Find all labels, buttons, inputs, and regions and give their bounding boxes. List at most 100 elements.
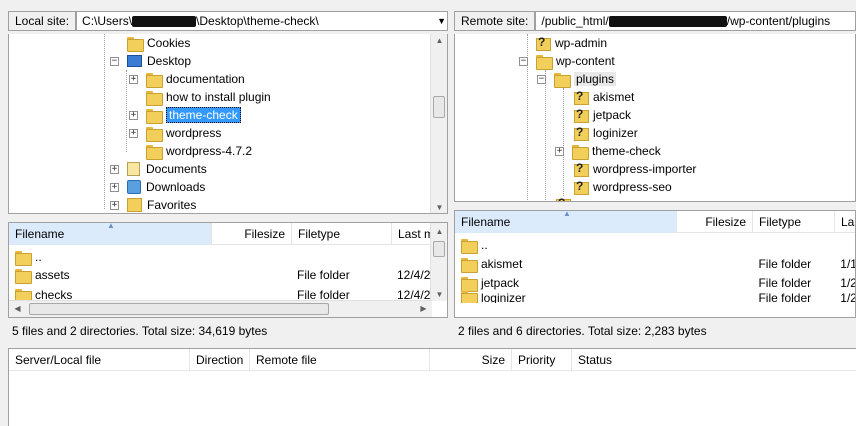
tree-item-plugins[interactable]: − plugins xyxy=(537,70,617,88)
column-filetype[interactable]: Filetype xyxy=(753,211,835,233)
column-size[interactable]: Size xyxy=(430,349,512,371)
column-last-modified[interactable]: Last m xyxy=(392,223,432,245)
tree-item-favorites[interactable]: + Favorites xyxy=(110,196,196,213)
remote-site-label: Remote site: xyxy=(454,11,536,31)
column-last-modified[interactable]: Las xyxy=(835,211,855,233)
expand-icon[interactable]: + xyxy=(129,128,138,138)
folder-icon xyxy=(146,72,163,88)
expand-icon[interactable]: + xyxy=(129,74,138,84)
file-row[interactable]: jetpack File folder 1/2 xyxy=(461,273,855,293)
scroll-right-icon[interactable]: ▶ xyxy=(415,304,432,313)
folder-icon xyxy=(146,126,163,142)
file-row[interactable]: akismet File folder 1/1 xyxy=(461,254,855,274)
tree-item-wordpress[interactable]: + wordpress xyxy=(129,124,221,142)
tree-item-partial: ? xyxy=(555,195,575,201)
tree-item-wordpress-seo[interactable]: ? wordpress-seo xyxy=(573,178,672,196)
scroll-thumb[interactable] xyxy=(433,96,445,118)
tree-item-wp-content[interactable]: − wp-content xyxy=(519,52,615,70)
tree-item-documentation[interactable]: + documentation xyxy=(129,70,245,88)
scroll-down-icon[interactable]: ▼ xyxy=(431,290,447,299)
local-file-list: Filename Filesize Filetype Last m ▲ .. a… xyxy=(8,222,448,318)
tree-item-cookies[interactable]: Cookies xyxy=(127,34,190,52)
tree-item-desktop[interactable]: − Desktop xyxy=(110,52,191,70)
unknown-folder-icon: ? xyxy=(573,89,589,105)
scroll-thumb[interactable] xyxy=(29,303,329,315)
tree-item-theme-check[interactable]: + theme-check xyxy=(129,106,241,124)
folder-icon xyxy=(127,36,144,52)
tree-item-how-to-install-plugin[interactable]: how to install plugin xyxy=(146,88,271,106)
collapse-icon[interactable]: − xyxy=(110,56,119,66)
folder-icon xyxy=(146,90,163,106)
folder-icon xyxy=(146,108,163,124)
remote-path-field[interactable]: /public_html/ /wp-content/plugins xyxy=(535,11,856,31)
desktop-icon xyxy=(127,55,142,67)
expand-icon[interactable]: + xyxy=(129,110,138,120)
local-path-field[interactable]: C:\Users\ \Desktop\theme-check\ xyxy=(76,11,448,31)
tree-item-jetpack[interactable]: ? jetpack xyxy=(573,106,631,124)
file-row[interactable]: assets File folder 12/4/2 xyxy=(15,265,435,285)
redacted-domain xyxy=(608,15,727,27)
remote-path-end: /wp-content/plugins xyxy=(726,14,831,28)
local-status-bar: 5 files and 2 directories. Total size: 3… xyxy=(8,320,448,342)
column-priority[interactable]: Priority xyxy=(512,349,572,371)
scroll-up-icon[interactable]: ▲ xyxy=(431,227,447,236)
expand-icon[interactable]: + xyxy=(110,200,119,210)
tree-item-documents[interactable]: + Documents xyxy=(110,160,207,178)
folder-icon xyxy=(146,144,163,160)
tree-item-theme-check[interactable]: + theme-check xyxy=(555,142,661,160)
remote-file-header: Filename Filesize Filetype Las xyxy=(455,211,855,233)
collapse-icon[interactable]: − xyxy=(519,56,528,66)
expand-icon[interactable]: + xyxy=(110,164,119,174)
column-remote-file[interactable]: Remote file xyxy=(250,349,430,371)
folder-icon xyxy=(461,257,478,273)
expand-icon[interactable]: + xyxy=(110,182,119,192)
tree-item-loginizer[interactable]: ? loginizer xyxy=(573,124,638,142)
tree-item-wordpress-472[interactable]: wordpress-4.7.2 xyxy=(146,142,252,160)
downloads-icon xyxy=(127,180,141,194)
unknown-folder-icon: ? xyxy=(573,125,589,141)
file-row-parent[interactable]: .. xyxy=(15,247,42,267)
local-list-hscrollbar[interactable]: ◀ ▶ xyxy=(9,300,432,317)
scroll-down-icon[interactable]: ▼ xyxy=(431,203,447,212)
column-direction[interactable]: Direction xyxy=(190,349,250,371)
folder-icon xyxy=(554,72,571,88)
sort-ascending-icon: ▲ xyxy=(563,210,571,218)
scroll-left-icon[interactable]: ◀ xyxy=(9,304,26,313)
unknown-folder-icon: ? xyxy=(573,161,589,177)
tree-item-akismet[interactable]: ? akismet xyxy=(573,88,634,106)
local-path-start: C:\Users\ xyxy=(82,14,133,28)
file-row-parent[interactable]: .. xyxy=(461,235,488,255)
local-file-header: Filename Filesize Filetype Last m xyxy=(9,223,432,245)
folder-icon xyxy=(15,250,32,266)
selected-folder-label: theme-check xyxy=(166,107,241,123)
unknown-folder-icon: ? xyxy=(573,107,589,123)
remote-tree: ? wp-admin − wp-content − plugins ? akis… xyxy=(454,34,856,202)
folder-icon xyxy=(572,144,589,160)
folder-icon xyxy=(461,238,478,254)
file-row[interactable]: loginizer File folder 1/2 xyxy=(461,291,855,303)
local-list-vscrollbar[interactable]: ▲ ▼ xyxy=(430,223,447,301)
column-status[interactable]: Status xyxy=(572,349,856,371)
local-path-dropdown-icon[interactable]: ▼ xyxy=(437,16,446,26)
unknown-folder-icon: ? xyxy=(555,196,571,201)
remote-status-bar: 2 files and 6 directories. Total size: 2… xyxy=(454,320,856,342)
local-site-label: Local site: xyxy=(8,11,77,31)
column-filetype[interactable]: Filetype xyxy=(292,223,392,245)
local-tree: Cookies − Desktop + documentation how to… xyxy=(8,34,448,214)
folder-icon xyxy=(15,268,32,284)
remote-file-list: Filename Filesize Filetype Las ▲ .. akis… xyxy=(454,210,856,318)
collapse-icon[interactable]: − xyxy=(537,74,546,84)
column-server-local-file[interactable]: Server/Local file xyxy=(9,349,190,371)
documents-icon xyxy=(127,162,140,176)
column-filesize[interactable]: Filesize xyxy=(677,211,753,233)
local-tree-scrollbar[interactable]: ▲ ▼ xyxy=(430,34,447,213)
favorites-icon xyxy=(127,198,142,212)
redacted-username xyxy=(132,15,197,27)
scroll-thumb[interactable] xyxy=(433,241,445,257)
tree-item-wp-admin[interactable]: ? wp-admin xyxy=(535,34,607,52)
tree-item-downloads[interactable]: + Downloads xyxy=(110,178,205,196)
tree-item-wordpress-importer[interactable]: ? wordpress-importer xyxy=(573,160,696,178)
column-filesize[interactable]: Filesize xyxy=(212,223,292,245)
expand-icon[interactable]: + xyxy=(555,146,564,156)
scroll-up-icon[interactable]: ▲ xyxy=(431,36,447,45)
